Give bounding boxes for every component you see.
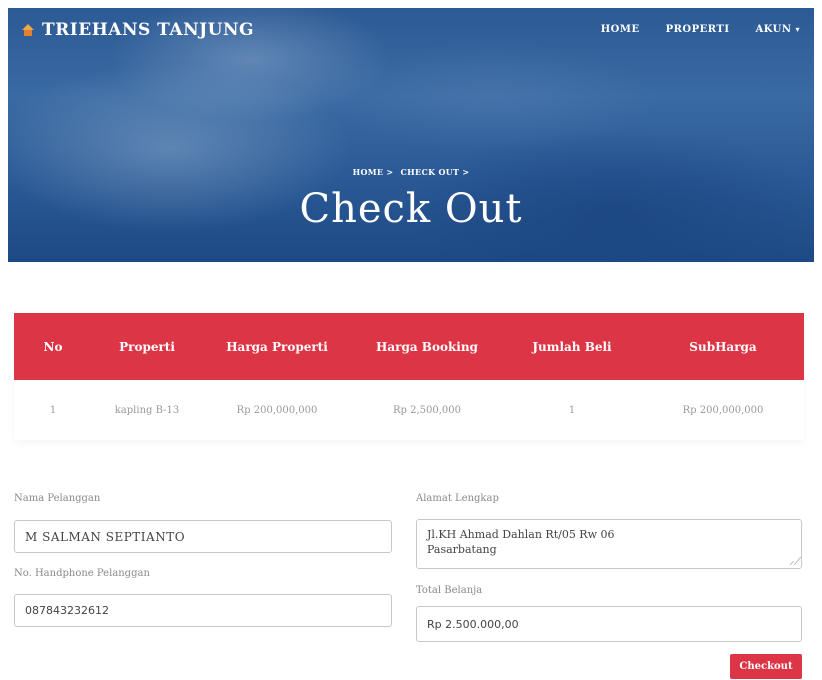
nav-akun[interactable]: AKUN ▾ (756, 24, 800, 35)
home-icon (22, 24, 34, 36)
alamat-label: Alamat Lengkap (416, 493, 499, 504)
cart-table: No Properti Harga Properti Harga Booking… (14, 313, 804, 440)
alamat-textarea[interactable]: Jl.KH Ahmad Dahlan Rt/05 Rw 06 Pasarbata… (416, 519, 802, 569)
header-no: No (14, 313, 92, 380)
alamat-line-1: Jl.KH Ahmad Dahlan Rt/05 Rw 06 (427, 528, 615, 541)
main-nav: HOME PROPERTI AKUN ▾ (601, 24, 800, 35)
nama-label: Nama Pelanggan (14, 493, 101, 504)
header-subharga: SubHarga (642, 313, 804, 380)
header-jumlah-beli: Jumlah Beli (502, 313, 642, 380)
alamat-line-2: Pasarbatang (427, 543, 497, 556)
breadcrumb-checkout[interactable]: CHECK OUT > (401, 167, 470, 177)
breadcrumb-home[interactable]: HOME > (353, 167, 394, 177)
cell-jumlah-beli: 1 (568, 404, 576, 416)
page-title: Check Out (299, 186, 523, 232)
nav-properti[interactable]: PROPERTI (666, 24, 730, 35)
resize-handle-icon[interactable] (786, 557, 802, 565)
nav-home[interactable]: HOME (601, 24, 640, 35)
brand-name: TRIEHANS TANJUNG (42, 20, 255, 40)
cell-harga-properti: Rp 200,000,000 (236, 404, 318, 416)
cell-properti: kapling B-13 (114, 404, 180, 416)
nav-akun-label: AKUN (755, 24, 792, 35)
chevron-down-icon: ▾ (795, 24, 800, 34)
hero-banner: TRIEHANS TANJUNG HOME PROPERTI AKUN ▾ HOM… (8, 8, 814, 262)
header-harga-booking: Harga Booking (352, 313, 502, 380)
table-row: 1 kapling B-13 Rp 200,000,000 Rp 2,500,0… (14, 380, 804, 440)
brand[interactable]: TRIEHANS TANJUNG (22, 20, 254, 40)
hp-label: No. Handphone Pelanggan (14, 568, 150, 579)
cell-subharga: Rp 200,000,000 (682, 404, 764, 416)
header-properti: Properti (92, 313, 202, 380)
checkout-button[interactable]: Checkout (730, 654, 802, 679)
cell-harga-booking: Rp 2,500,000 (392, 404, 461, 416)
nama-field[interactable]: M SALMAN SEPTIANTO (14, 520, 392, 553)
table-header-row: No Properti Harga Properti Harga Booking… (14, 313, 804, 380)
cell-no: 1 (49, 404, 57, 416)
hp-field[interactable]: 087843232612 (14, 594, 392, 627)
total-label: Total Belanja (416, 585, 483, 596)
total-field[interactable]: Rp 2.500.000,00 (416, 606, 802, 642)
header-harga-properti: Harga Properti (202, 313, 352, 380)
breadcrumb: HOME > CHECK OUT > (8, 167, 814, 177)
